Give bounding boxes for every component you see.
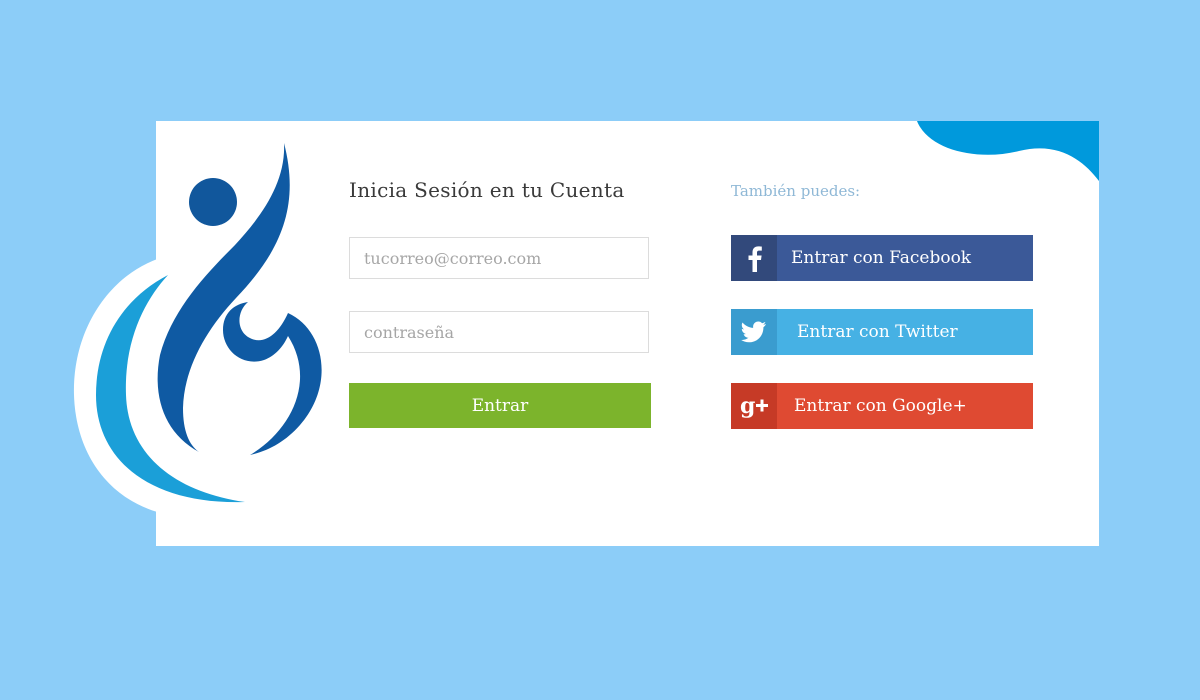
- login-submit-button[interactable]: Entrar: [349, 383, 651, 428]
- twitter-login-button[interactable]: Entrar con Twitter: [731, 309, 1033, 355]
- login-title: Inicia Sesión en tu Cuenta: [349, 178, 625, 202]
- svg-text:g: g: [740, 393, 755, 419]
- email-input[interactable]: [349, 237, 649, 279]
- twitter-login-label: Entrar con Twitter: [797, 322, 958, 342]
- password-input[interactable]: [349, 311, 649, 353]
- facebook-icon: [731, 235, 777, 281]
- facebook-login-label: Entrar con Facebook: [791, 248, 972, 268]
- social-login-title: También puedes:: [731, 182, 861, 200]
- corner-wave-decoration: [917, 121, 1099, 181]
- google-plus-icon: g: [731, 383, 777, 429]
- twitter-icon: [731, 309, 777, 355]
- facebook-login-button[interactable]: Entrar con Facebook: [731, 235, 1033, 281]
- google-plus-login-button[interactable]: g Entrar con Google+: [731, 383, 1033, 429]
- google-plus-login-label: Entrar con Google+: [794, 396, 967, 416]
